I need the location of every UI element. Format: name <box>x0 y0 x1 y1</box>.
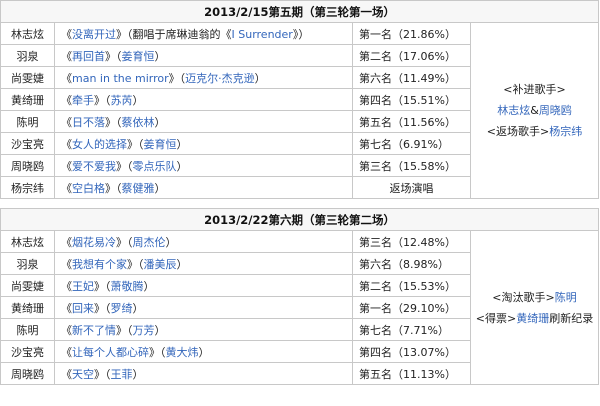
song-link[interactable]: 女人的选择 <box>72 138 127 151</box>
song-link[interactable]: 没离开过 <box>72 28 116 41</box>
singer-cell: 黄绮珊 <box>0 296 55 319</box>
original-song-link[interactable]: I Surrender <box>232 28 293 41</box>
singer-cell: 沙宝亮 <box>0 340 55 363</box>
song-cell: 《爱不爱我》（零点乐队） <box>54 154 353 177</box>
rank-cell: 第七名（7.71%） <box>352 318 471 341</box>
rank-cell: 第二名（15.53%） <box>352 274 471 297</box>
episode6-header-row: 2013/2/22第六期（第三轮第二场） <box>0 208 600 231</box>
rank-cell: 第一名（29.10%） <box>352 296 471 319</box>
song-cell: 《女人的选择》（姜育恒） <box>54 132 353 155</box>
artist-link[interactable]: 姜育恒 <box>122 50 155 63</box>
rank-cell: 第三名（15.58%） <box>352 154 471 177</box>
singer-link[interactable]: 陈明 <box>555 291 577 304</box>
song-cell: 《再回首》（姜育恒） <box>54 44 353 67</box>
singer-cell: 羽泉 <box>0 252 55 275</box>
singer-cell: 周晓鸥 <box>0 362 55 385</box>
song-link[interactable]: 再回首 <box>72 50 105 63</box>
artist-link[interactable]: 姜育恒 <box>144 138 177 151</box>
episode5-title: 2013/2/15第五期（第三轮第一场） <box>0 0 600 23</box>
song-link[interactable]: 烟花易冷 <box>72 236 116 249</box>
singer-cell: 陈明 <box>0 110 55 133</box>
rank-cell: 第三名（12.48%） <box>352 230 471 253</box>
artist-link[interactable]: 黄大炜 <box>166 346 199 359</box>
rank-cell: 第二名（17.06%） <box>352 44 471 67</box>
singer-cell: 羽泉 <box>0 44 55 67</box>
episode6-title: 2013/2/22第六期（第三轮第二场） <box>0 208 600 231</box>
song-cell: 《man in the mirror》（迈克尔·杰克逊） <box>54 66 353 89</box>
artist-link[interactable]: 萧敬腾 <box>111 280 144 293</box>
song-link[interactable]: 牵手 <box>72 94 94 107</box>
song-link[interactable]: 空白格 <box>72 182 105 195</box>
rank-cell: 第四名（13.07%） <box>352 340 471 363</box>
rank-cell: 第五名（11.13%） <box>352 362 471 385</box>
artist-link[interactable]: 王菲 <box>111 368 133 381</box>
artist-link[interactable]: 蔡依林 <box>122 116 155 129</box>
rank-cell: 第四名（15.51%） <box>352 88 471 111</box>
rank-cell: 第六名（8.98%） <box>352 252 471 275</box>
song-cell: 《天空》（王菲） <box>54 362 353 385</box>
singer-link[interactable]: 黄绮珊 <box>516 312 549 325</box>
table-row: 林志炫 《烟花易冷》（周杰伦） 第三名（12.48%） <淘汰歌手>陈明 <得票… <box>0 230 600 385</box>
song-cell: 《让每个人都心碎》（黄大炜） <box>54 340 353 363</box>
rank-cell: 第一名（21.86%） <box>352 22 471 45</box>
singer-cell: 周晓鸥 <box>0 154 55 177</box>
song-cell: 《王妃》（萧敬腾） <box>54 274 353 297</box>
artist-link[interactable]: 周杰伦 <box>133 236 166 249</box>
song-cell: 《烟花易冷》（周杰伦） <box>54 230 353 253</box>
table-row: 林志炫 《没离开过》（翻唱于席琳迪翁的《I Surrender》） 第一名（21… <box>0 22 600 199</box>
artist-link[interactable]: 迈克尔·杰克逊 <box>185 72 255 85</box>
episode5-header-row: 2013/2/15第五期（第三轮第一场） <box>0 0 600 23</box>
song-cell: 《没离开过》（翻唱于席琳迪翁的《I Surrender》） <box>54 22 353 45</box>
song-link[interactable]: 新不了情 <box>72 324 116 337</box>
singer-cell: 沙宝亮 <box>0 132 55 155</box>
episode6-table: 2013/2/22第六期（第三轮第二场） 林志炫 《烟花易冷》（周杰伦） 第三名… <box>0 208 600 385</box>
song-cell: 《回来》（罗绮） <box>54 296 353 319</box>
song-link[interactable]: 回来 <box>72 302 94 315</box>
singer-link[interactable]: 林志炫 <box>497 104 530 117</box>
artist-link[interactable]: 罗绮 <box>111 302 133 315</box>
song-link[interactable]: 让每个人都心碎 <box>72 346 149 359</box>
rank-cell: 第七名（6.91%） <box>352 132 471 155</box>
artist-link[interactable]: 潘美辰 <box>144 258 177 271</box>
song-link[interactable]: man in the mirror <box>72 72 169 85</box>
singer-link[interactable]: 杨宗纬 <box>549 125 582 138</box>
artist-link[interactable]: 万芳 <box>133 324 155 337</box>
singer-cell: 黄绮珊 <box>0 88 55 111</box>
song-cell: 《空白格》（蔡健雅） <box>54 176 353 199</box>
rank-cell: 第六名（11.49%） <box>352 66 471 89</box>
singer-cell: 林志炫 <box>0 230 55 253</box>
song-link[interactable]: 日不落 <box>72 116 105 129</box>
episode5-note: <补进歌手> 林志炫&周晓鸥 <返场歌手>杨宗纬 <box>469 22 600 199</box>
song-link[interactable]: 天空 <box>72 368 94 381</box>
episode6-note: <淘汰歌手>陈明 <得票>黄绮珊刷新纪录 <box>469 230 600 385</box>
artist-link[interactable]: 零点乐队 <box>133 160 177 173</box>
rank-cell: 返场演唱 <box>352 176 471 199</box>
singer-cell: 林志炫 <box>0 22 55 45</box>
artist-link[interactable]: 蔡健雅 <box>122 182 155 195</box>
song-cell: 《牵手》（苏芮） <box>54 88 353 111</box>
song-cell: 《我想有个家》（潘美辰） <box>54 252 353 275</box>
singer-cell: 尚雯婕 <box>0 66 55 89</box>
singer-cell: 陈明 <box>0 318 55 341</box>
singer-cell: 尚雯婕 <box>0 274 55 297</box>
song-cell: 《新不了情》（万芳） <box>54 318 353 341</box>
episode5-table: 2013/2/15第五期（第三轮第一场） 林志炫 《没离开过》（翻唱于席琳迪翁的… <box>0 0 600 199</box>
rank-cell: 第五名（11.56%） <box>352 110 471 133</box>
song-link[interactable]: 我想有个家 <box>72 258 127 271</box>
singer-link[interactable]: 周晓鸥 <box>539 104 572 117</box>
song-link[interactable]: 王妃 <box>72 280 94 293</box>
song-cell: 《日不落》（蔡依林） <box>54 110 353 133</box>
artist-link[interactable]: 苏芮 <box>111 94 133 107</box>
singer-cell: 杨宗纬 <box>0 176 55 199</box>
song-link[interactable]: 爱不爱我 <box>72 160 116 173</box>
